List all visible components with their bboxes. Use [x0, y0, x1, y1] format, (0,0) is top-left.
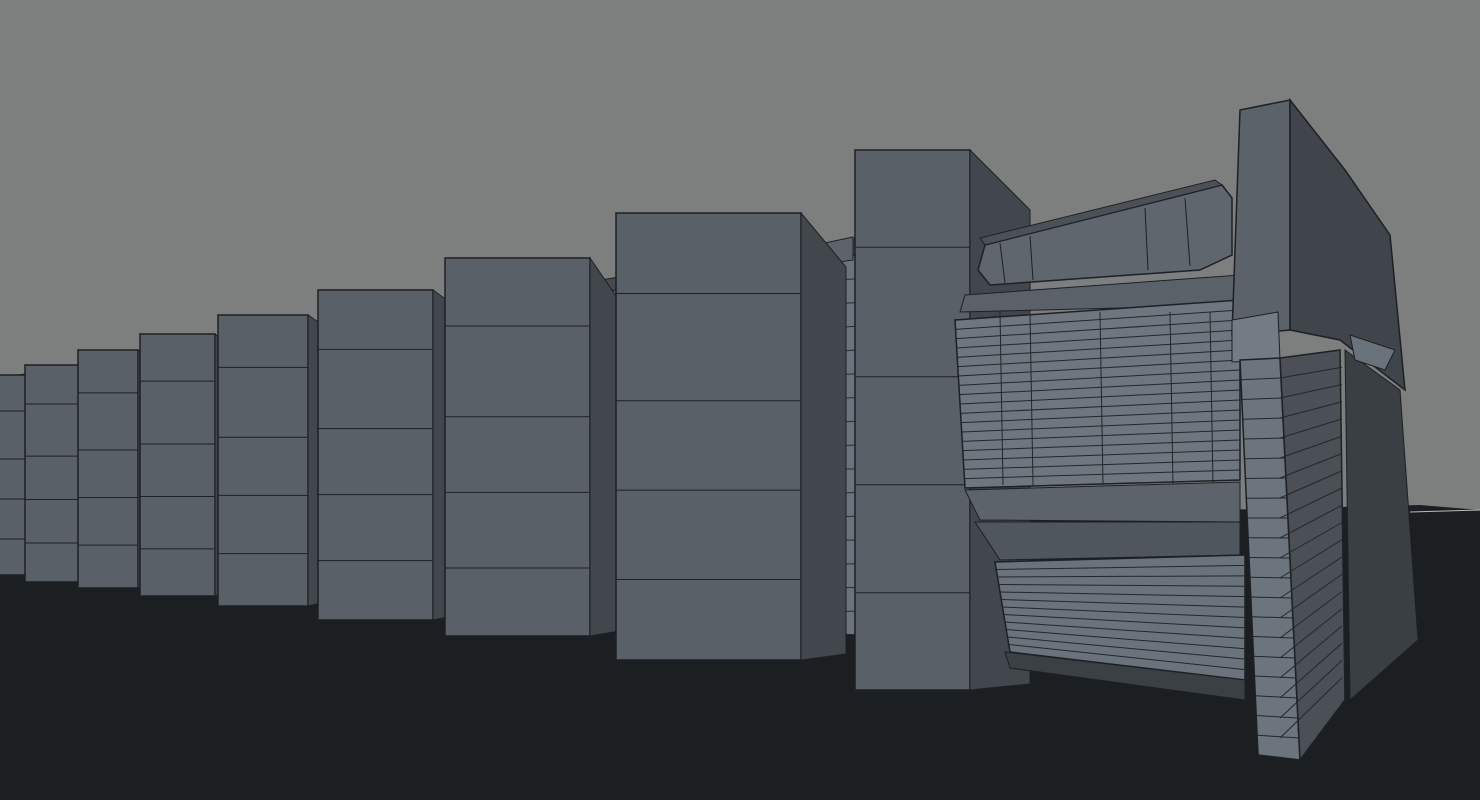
pillar: [317, 289, 464, 621]
pillar: [615, 211, 847, 661]
pillar: [217, 314, 334, 607]
3d-viewport[interactable]: [0, 0, 1480, 800]
pillar: [444, 256, 626, 637]
wireframe-scene: [0, 0, 1480, 800]
front-slat-panel: [954, 299, 1241, 489]
